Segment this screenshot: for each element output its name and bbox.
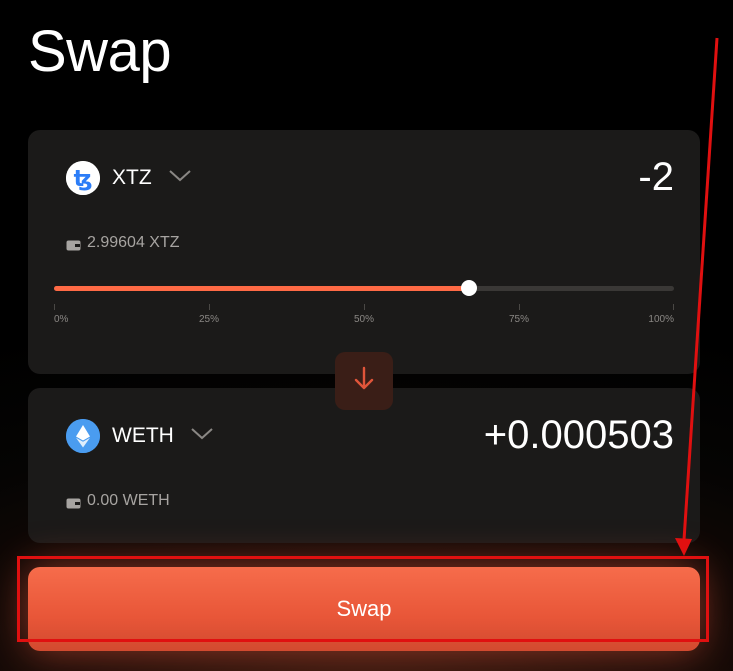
arrow-down-icon bbox=[353, 366, 375, 397]
chevron-down-icon bbox=[168, 169, 192, 188]
amount-slider[interactable]: 0% 25% 50% 75% 100% bbox=[54, 278, 674, 338]
slider-label[interactable]: 0% bbox=[54, 314, 68, 325]
wallet-icon bbox=[66, 496, 81, 508]
tezos-icon: ꜩ bbox=[66, 161, 100, 195]
slider-label[interactable]: 100% bbox=[648, 314, 674, 325]
switch-direction-button[interactable] bbox=[335, 352, 393, 410]
to-balance: 0.00 WETH bbox=[66, 492, 170, 510]
slider-label[interactable]: 50% bbox=[354, 314, 374, 325]
slider-tick bbox=[519, 304, 520, 310]
from-token-card: ꜩ XTZ -2 2.99604 XTZ 0% 25% 50% 75% 100% bbox=[28, 130, 700, 374]
to-amount: +0.000503 bbox=[483, 413, 674, 457]
wallet-icon bbox=[66, 238, 81, 250]
slider-label[interactable]: 75% bbox=[509, 314, 529, 325]
slider-tick bbox=[54, 304, 55, 310]
to-token-symbol: WETH bbox=[112, 424, 174, 447]
svg-text:ꜩ: ꜩ bbox=[74, 167, 93, 192]
slider-tick bbox=[364, 304, 365, 310]
from-amount[interactable]: -2 bbox=[638, 155, 674, 200]
from-token-selector[interactable]: ꜩ XTZ bbox=[66, 161, 192, 195]
ethereum-icon bbox=[66, 419, 100, 453]
slider-label[interactable]: 25% bbox=[199, 314, 219, 325]
slider-thumb[interactable] bbox=[461, 280, 478, 296]
to-token-selector[interactable]: WETH bbox=[66, 419, 214, 453]
page-title: Swap bbox=[28, 19, 172, 84]
annotation-highlight-box bbox=[17, 556, 709, 642]
from-token-symbol: XTZ bbox=[112, 166, 152, 189]
from-balance-text: 2.99604 XTZ bbox=[87, 234, 180, 251]
to-balance-text: 0.00 WETH bbox=[87, 492, 170, 509]
chevron-down-icon bbox=[190, 427, 214, 446]
to-token-card: WETH +0.000503 0.00 WETH bbox=[28, 388, 700, 543]
slider-fill bbox=[54, 286, 470, 291]
slider-tick bbox=[209, 304, 210, 310]
from-balance: 2.99604 XTZ bbox=[66, 234, 180, 252]
slider-tick bbox=[673, 304, 674, 310]
